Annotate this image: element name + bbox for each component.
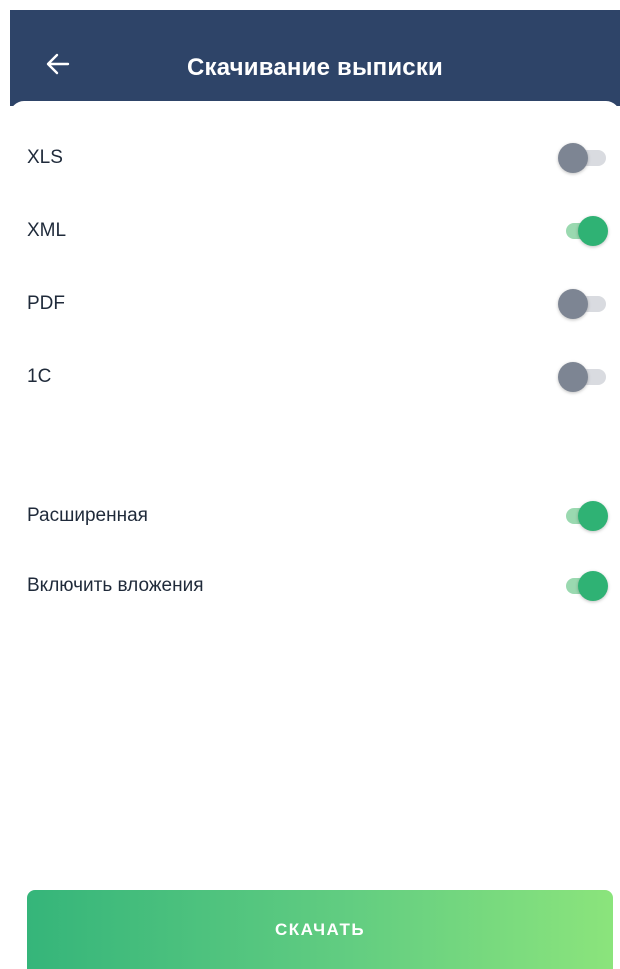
1c-toggle[interactable] xyxy=(558,360,608,394)
extended-toggle[interactable] xyxy=(558,499,608,533)
format-label-xls: XLS xyxy=(27,147,63,168)
format-row-xls: XLS xyxy=(10,123,620,193)
settings-panel: XLS XML PDF 1C Расширенная Включить влож… xyxy=(10,101,620,969)
toggle-knob xyxy=(578,501,608,531)
option-label-attachments: Включить вложения xyxy=(27,575,204,596)
format-label-1c: 1C xyxy=(27,366,52,387)
toggle-knob xyxy=(558,362,588,392)
format-label-pdf: PDF xyxy=(27,293,65,314)
option-row-extended: Расширенная xyxy=(10,481,620,551)
download-button[interactable]: СКАЧАТЬ xyxy=(27,890,613,969)
attachments-toggle[interactable] xyxy=(558,569,608,603)
format-row-1c: 1C xyxy=(10,342,620,412)
page-title: Скачивание выписки xyxy=(186,54,444,81)
pdf-toggle[interactable] xyxy=(558,287,608,321)
format-row-pdf: PDF xyxy=(10,269,620,339)
toggle-knob xyxy=(578,571,608,601)
option-row-attachments: Включить вложения xyxy=(10,551,620,621)
toggle-knob xyxy=(578,216,608,246)
format-row-xml: XML xyxy=(10,196,620,266)
toggle-knob xyxy=(558,143,588,173)
option-label-extended: Расширенная xyxy=(27,505,148,526)
xls-toggle[interactable] xyxy=(558,141,608,175)
toggle-knob xyxy=(558,289,588,319)
format-label-xml: XML xyxy=(27,220,67,241)
xml-toggle[interactable] xyxy=(558,214,608,248)
back-arrow-icon[interactable] xyxy=(44,50,72,78)
app-header: Скачивание выписки xyxy=(10,10,620,106)
